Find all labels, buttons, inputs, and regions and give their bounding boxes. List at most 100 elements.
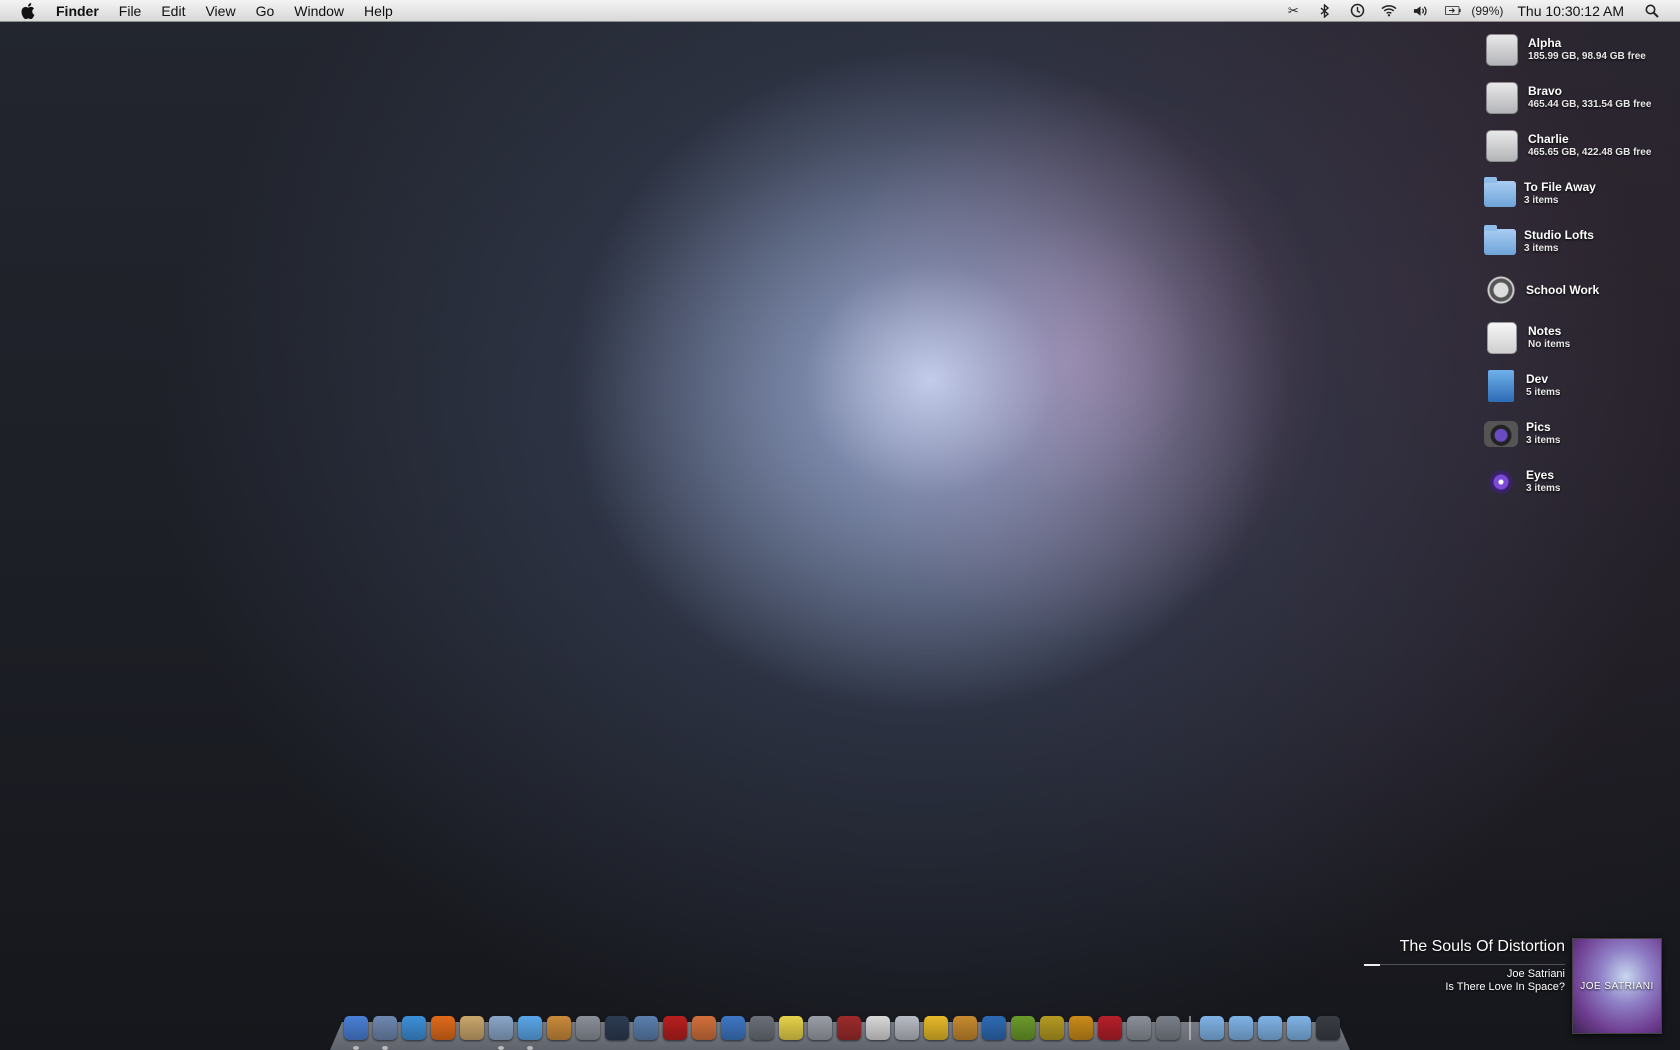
battery-icon[interactable] [1445, 3, 1461, 19]
desktop-item-to-file-away[interactable]: To File Away 3 items [1484, 170, 1674, 218]
track-progress-rail [1380, 964, 1565, 965]
address-book-icon[interactable] [460, 1016, 484, 1040]
desktop-item-dev[interactable]: Dev 5 items [1484, 362, 1674, 410]
desktop-item-eyes[interactable]: Eyes 3 items [1484, 458, 1674, 506]
desktop-item-name: Alpha [1528, 36, 1562, 50]
desktop-item-name: Pics [1526, 420, 1551, 434]
desktop-item-info: 465.65 GB, 422.48 GB free [1528, 147, 1652, 158]
folder-icon [1484, 225, 1516, 255]
trash-icon[interactable] [1316, 1016, 1340, 1040]
folder-icon[interactable] [1258, 1016, 1282, 1040]
desktop-item-name: Dev [1526, 372, 1549, 386]
desktop-item-name: Notes [1528, 324, 1562, 338]
firefox-icon[interactable] [431, 1016, 455, 1040]
desktop-item-name: Charlie [1528, 132, 1569, 146]
time-machine-drive-icon [1486, 82, 1518, 114]
menu-view[interactable]: View [195, 0, 245, 22]
menu-window[interactable]: Window [284, 0, 354, 22]
iphoto-icon[interactable] [576, 1016, 600, 1040]
search-icon[interactable] [1644, 3, 1660, 19]
illustrator-icon[interactable] [1069, 1016, 1093, 1040]
downloads-folder-icon[interactable] [1287, 1016, 1311, 1040]
folder-icon[interactable] [1229, 1016, 1253, 1040]
notes-icon [1487, 322, 1517, 354]
track-progress [1364, 964, 1380, 966]
desktop-item-name: Studio Lofts [1524, 228, 1594, 242]
desktop-item-info: 465.44 GB, 331.54 GB free [1528, 99, 1652, 110]
menu-edit[interactable]: Edit [151, 0, 195, 22]
finder-icon[interactable] [344, 1016, 368, 1050]
mail-icon[interactable] [373, 1016, 397, 1050]
desktop-item-alpha[interactable]: Alpha 185.99 GB, 98.94 GB free [1484, 26, 1674, 74]
photo-booth-icon[interactable] [663, 1016, 687, 1040]
desktop-item-info: 5 items [1526, 387, 1561, 398]
hard-drive-icon [1486, 34, 1518, 66]
desktop-item-name: School Work [1526, 283, 1600, 297]
scissors-icon[interactable]: ✂ [1285, 3, 1301, 19]
dreamweaver-icon[interactable] [1011, 1016, 1035, 1040]
desktop-item-bravo[interactable]: Bravo 465.44 GB, 331.54 GB free [1484, 74, 1674, 122]
desktop-item-info: 3 items [1526, 435, 1561, 446]
telescope-icon[interactable] [605, 1016, 629, 1040]
photoshop-icon[interactable] [982, 1016, 1006, 1040]
volume-icon[interactable] [1413, 3, 1429, 19]
coda-icon[interactable] [953, 1016, 977, 1040]
menu-help[interactable]: Help [354, 0, 403, 22]
activity-monitor-icon[interactable] [721, 1016, 745, 1040]
screen-sharing-icon[interactable] [692, 1016, 716, 1040]
desktop-item-notes[interactable]: Notes No items [1484, 314, 1674, 362]
cyberduck-icon[interactable] [924, 1016, 948, 1040]
wifi-icon[interactable] [1381, 3, 1397, 19]
desktop-item-studio-lofts[interactable]: Studio Lofts 3 items [1484, 218, 1674, 266]
safari-icon[interactable] [402, 1016, 426, 1040]
track-album: Is There Love In Space? [1445, 981, 1565, 993]
textedit-icon[interactable] [866, 1016, 890, 1040]
time-machine-icon[interactable] [1349, 3, 1365, 19]
ichat-icon[interactable] [489, 1016, 513, 1050]
desktop-item-info: 3 items [1526, 483, 1561, 494]
desktop-item-name: Bravo [1528, 84, 1563, 98]
dictionary-icon[interactable] [837, 1016, 861, 1040]
now-playing-widget: The Souls Of Distortion Joe Satriani Is … [1340, 938, 1565, 993]
desktop-item-name: To File Away [1524, 180, 1596, 194]
album-art-text: JOE SATRIANI [1580, 980, 1654, 992]
menu-app-finder[interactable]: Finder [52, 0, 109, 22]
dock-separator [1189, 1016, 1191, 1040]
desktop-item-info: 3 items [1524, 243, 1559, 254]
flash-icon[interactable] [1098, 1016, 1122, 1040]
bluetooth-icon[interactable] [1317, 3, 1333, 19]
system-preferences-icon[interactable] [1156, 1016, 1180, 1040]
stickies-icon[interactable] [779, 1016, 803, 1040]
watch-alias-icon [1484, 273, 1518, 307]
preview-icon[interactable] [895, 1016, 919, 1040]
folder-icon [1484, 177, 1516, 207]
hard-drive-icon [1486, 130, 1518, 162]
desktop-item-charlie[interactable]: Charlie 465.65 GB, 422.48 GB free [1484, 122, 1674, 170]
calculator-icon[interactable] [808, 1016, 832, 1040]
garageband-icon[interactable] [547, 1016, 571, 1040]
desktop-item-name: Eyes [1526, 468, 1555, 482]
migration-icon[interactable] [1127, 1016, 1151, 1040]
desktop-item-info: No items [1528, 339, 1571, 350]
desktop-item-pics[interactable]: Pics 3 items [1484, 410, 1674, 458]
eye-icon [1484, 465, 1518, 499]
folder-icon[interactable] [1200, 1016, 1224, 1040]
menu-file[interactable]: File [109, 0, 152, 22]
itunes-icon[interactable] [518, 1016, 542, 1050]
camera-icon [1484, 421, 1518, 447]
fireworks-icon[interactable] [1040, 1016, 1064, 1040]
battery-percentage: (99%) [1471, 3, 1504, 18]
track-artist: Joe Satriani [1506, 968, 1565, 980]
album-art[interactable]: JOE SATRIANI [1572, 938, 1662, 1034]
menu-clock[interactable]: Thu 10:30:12 AM [1517, 3, 1624, 19]
keychain-icon[interactable] [634, 1016, 658, 1040]
desktop-item-school-work[interactable]: School Work [1484, 266, 1674, 314]
track-title: The Souls Of Distortion [1399, 938, 1565, 955]
dock-icons [344, 1010, 1345, 1050]
blueprint-icon [1488, 370, 1514, 402]
script-editor-icon[interactable] [750, 1016, 774, 1040]
desktop-item-info: 3 items [1524, 195, 1559, 206]
desktop-item-info: 185.99 GB, 98.94 GB free [1528, 51, 1646, 62]
apple-icon[interactable] [18, 1, 38, 21]
menu-go[interactable]: Go [246, 0, 285, 22]
